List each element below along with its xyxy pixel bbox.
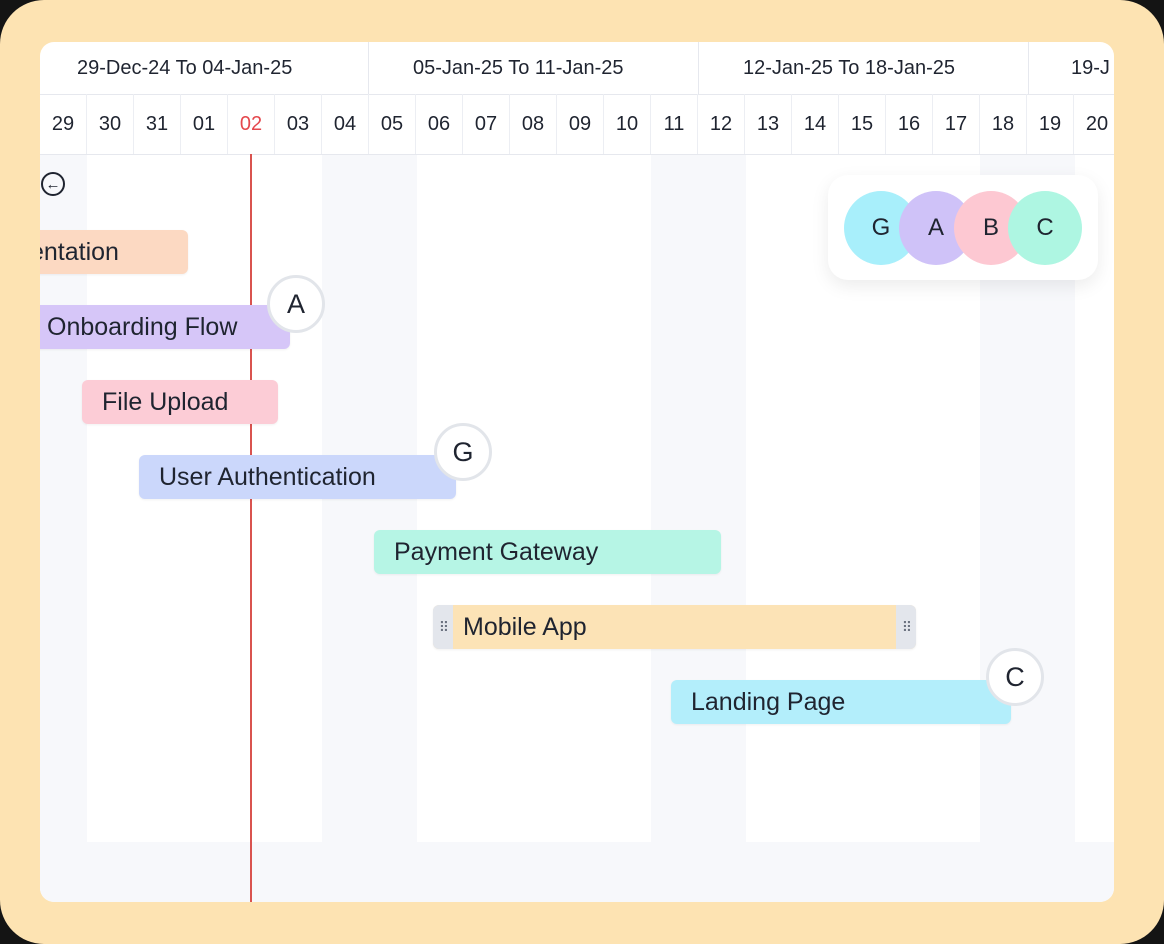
day-header: 29 30 31 01 02 03 04 05 06 07 08 09 10 11 12 13 14 15 16 17… — [40, 94, 1114, 155]
week-range: 19-J — [1071, 57, 1110, 79]
task-bar[interactable]: Onboarding Flow — [40, 305, 290, 349]
task-bar[interactable]: Payment Gateway — [374, 530, 721, 574]
week-header: 29-Dec-24 To 04-Jan-25 05-Jan-25 To 11-J… — [40, 42, 1114, 95]
app-frame: 29-Dec-24 To 04-Jan-25 05-Jan-25 To 11-J… — [0, 0, 1164, 944]
task-bar-selected[interactable]: ⠿ Mobile App ⠿ — [433, 605, 916, 649]
legend-avatar[interactable]: C — [1008, 191, 1082, 265]
assignee-avatar[interactable]: C — [986, 648, 1044, 706]
day-cell: 31 — [134, 94, 181, 154]
day-cell: 02 — [228, 94, 275, 154]
drag-handle-icon[interactable]: ⠿ — [896, 605, 916, 649]
today-marker — [250, 154, 252, 902]
day-cell: 12 — [698, 94, 745, 154]
day-cell: 16 — [886, 94, 933, 154]
day-cell: 05 — [369, 94, 416, 154]
week-range: 05-Jan-25 To 11-Jan-25 — [369, 42, 699, 94]
day-cell: 01 — [181, 94, 228, 154]
day-cell: 14 — [792, 94, 839, 154]
back-arrow-icon[interactable]: ← — [41, 172, 65, 196]
task-bar[interactable]: File Upload — [82, 380, 278, 424]
task-name: Onboarding Flow — [47, 313, 238, 341]
day-cell: 04 — [322, 94, 369, 154]
drag-handle-icon[interactable]: ⠿ — [433, 605, 453, 649]
day-cell: 07 — [463, 94, 510, 154]
day-cell: 10 — [604, 94, 651, 154]
week-range: 29-Dec-24 To 04-Jan-25 — [40, 42, 369, 94]
day-cell: 03 — [275, 94, 322, 154]
timeline-footer — [40, 842, 1114, 902]
day-cell: 06 — [416, 94, 463, 154]
weekend-stripe — [651, 154, 746, 842]
task-name: File Upload — [102, 388, 229, 416]
task-bar[interactable]: User Authentication — [139, 455, 456, 499]
task-name: Landing Page — [691, 688, 846, 716]
day-cell: 29 — [40, 94, 87, 154]
task-bar[interactable]: Landing Page — [671, 680, 1011, 724]
assignee-avatar[interactable]: G — [434, 423, 492, 481]
day-cell: 30 — [87, 94, 134, 154]
task-name: User Authentication — [159, 463, 376, 491]
day-cell: 13 — [745, 94, 792, 154]
day-cell: 08 — [510, 94, 557, 154]
assignee-legend: G A B C — [828, 175, 1098, 280]
task-name: Mobile App — [463, 613, 587, 641]
day-cell: 15 — [839, 94, 886, 154]
task-name: Payment Gateway — [394, 538, 599, 566]
task-bar[interactable]: entation — [40, 230, 188, 274]
day-cell: 18 — [980, 94, 1027, 154]
day-cell: 20 — [1074, 94, 1114, 154]
task-name: entation — [40, 238, 119, 266]
day-cell: 11 — [651, 94, 698, 154]
day-cell: 17 — [933, 94, 980, 154]
day-cell: 09 — [557, 94, 604, 154]
gantt-card: 29-Dec-24 To 04-Jan-25 05-Jan-25 To 11-J… — [40, 42, 1114, 902]
day-cell: 19 — [1027, 94, 1074, 154]
week-range: 12-Jan-25 To 18-Jan-25 — [699, 42, 1029, 94]
assignee-avatar[interactable]: A — [267, 275, 325, 333]
